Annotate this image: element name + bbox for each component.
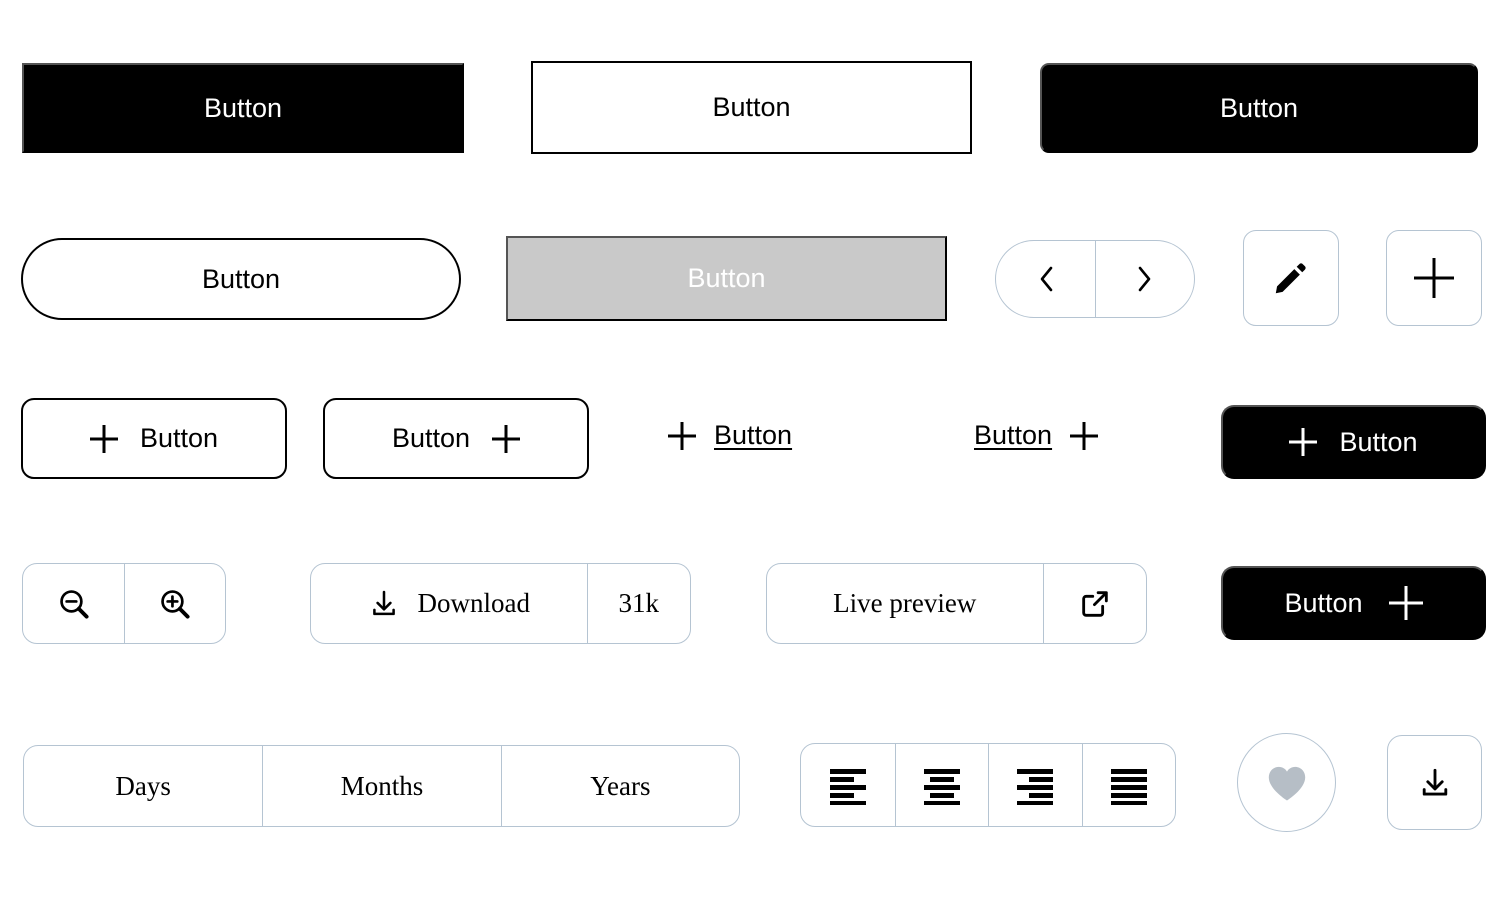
button-label: Button (1339, 426, 1418, 457)
external-link-icon (1078, 587, 1112, 621)
open-external-button[interactable] (1042, 564, 1146, 643)
plus-icon (1414, 258, 1454, 298)
text-align-segmented-control (800, 743, 1176, 827)
live-preview-split-group: Live preview (766, 563, 1147, 644)
align-right-icon (1013, 765, 1057, 805)
button-label: Button (974, 420, 1053, 450)
segment-months[interactable]: Months (262, 746, 500, 826)
pagination-group (995, 240, 1195, 318)
button-label: Button (687, 263, 766, 293)
link-button-plus-right[interactable]: Button (974, 420, 1098, 451)
align-right-button[interactable] (988, 744, 1082, 826)
align-center-button[interactable] (894, 744, 989, 826)
chevron-left-icon (1035, 264, 1057, 294)
download-count-value: 31k (618, 588, 660, 618)
plus-icon (668, 422, 696, 450)
segment-days[interactable]: Days (24, 746, 262, 826)
button-label: Button (1219, 92, 1299, 123)
filled-square-button[interactable]: Button (22, 63, 464, 153)
button-label: Button (1284, 587, 1363, 618)
add-icon-button[interactable] (1386, 230, 1482, 326)
align-center-icon (920, 765, 964, 805)
edit-button[interactable] (1243, 230, 1339, 326)
download-icon (368, 588, 400, 620)
align-justify-icon (1107, 765, 1151, 805)
button-label: Button (203, 92, 283, 123)
plus-icon (1389, 586, 1423, 620)
period-segmented-control: Days Months Years (23, 745, 740, 827)
zoom-in-icon (157, 586, 193, 622)
heart-icon (1266, 763, 1308, 803)
component-showcase: Button Button Button Button Button Butto… (0, 0, 1500, 900)
zoom-control-group (22, 563, 226, 644)
align-left-button[interactable] (801, 744, 895, 826)
live-preview-button[interactable]: Live preview (767, 564, 1043, 643)
zoom-out-button[interactable] (23, 564, 124, 643)
solid-button-plus-left[interactable]: Button (1221, 405, 1486, 479)
download-button[interactable]: Download (311, 564, 587, 643)
disabled-button: Button (506, 236, 947, 321)
align-left-icon (826, 765, 870, 805)
button-label: Button (139, 423, 219, 453)
link-button-plus-left[interactable]: Button (668, 420, 792, 451)
filled-rounded-button[interactable]: Button (1040, 63, 1478, 153)
plus-icon (1289, 428, 1317, 456)
outline-button-plus-left[interactable]: Button (21, 398, 287, 479)
plus-icon (90, 425, 118, 453)
button-label: Button (714, 420, 793, 450)
download-icon-button[interactable] (1387, 735, 1482, 830)
solid-button-plus-right[interactable]: Button (1221, 566, 1486, 640)
outlined-pill-button[interactable]: Button (21, 238, 461, 320)
align-justify-button[interactable] (1081, 744, 1176, 826)
download-split-group: Download 31k (310, 563, 691, 644)
button-label: Button (391, 423, 471, 453)
button-label: Button (712, 92, 791, 122)
segment-label: Months (340, 770, 424, 801)
plus-icon (492, 425, 520, 453)
outlined-square-button[interactable]: Button (531, 61, 972, 154)
zoom-in-button[interactable] (124, 564, 225, 643)
download-count[interactable]: 31k (586, 564, 690, 643)
zoom-out-icon (56, 586, 92, 622)
pagination-next-button[interactable] (1095, 241, 1194, 317)
segment-label: Days (115, 770, 171, 801)
segment-label: Years (590, 770, 651, 801)
plus-icon (1070, 422, 1098, 450)
pagination-prev-button[interactable] (996, 241, 1095, 317)
segment-years[interactable]: Years (500, 746, 739, 826)
live-preview-label: Live preview (833, 588, 977, 618)
download-label: Download (417, 588, 531, 618)
outline-button-plus-right[interactable]: Button (323, 398, 589, 479)
chevron-right-icon (1134, 264, 1156, 294)
pencil-icon (1272, 259, 1310, 297)
favorite-button[interactable] (1237, 733, 1336, 832)
button-label: Button (201, 263, 281, 294)
download-icon (1417, 765, 1453, 801)
